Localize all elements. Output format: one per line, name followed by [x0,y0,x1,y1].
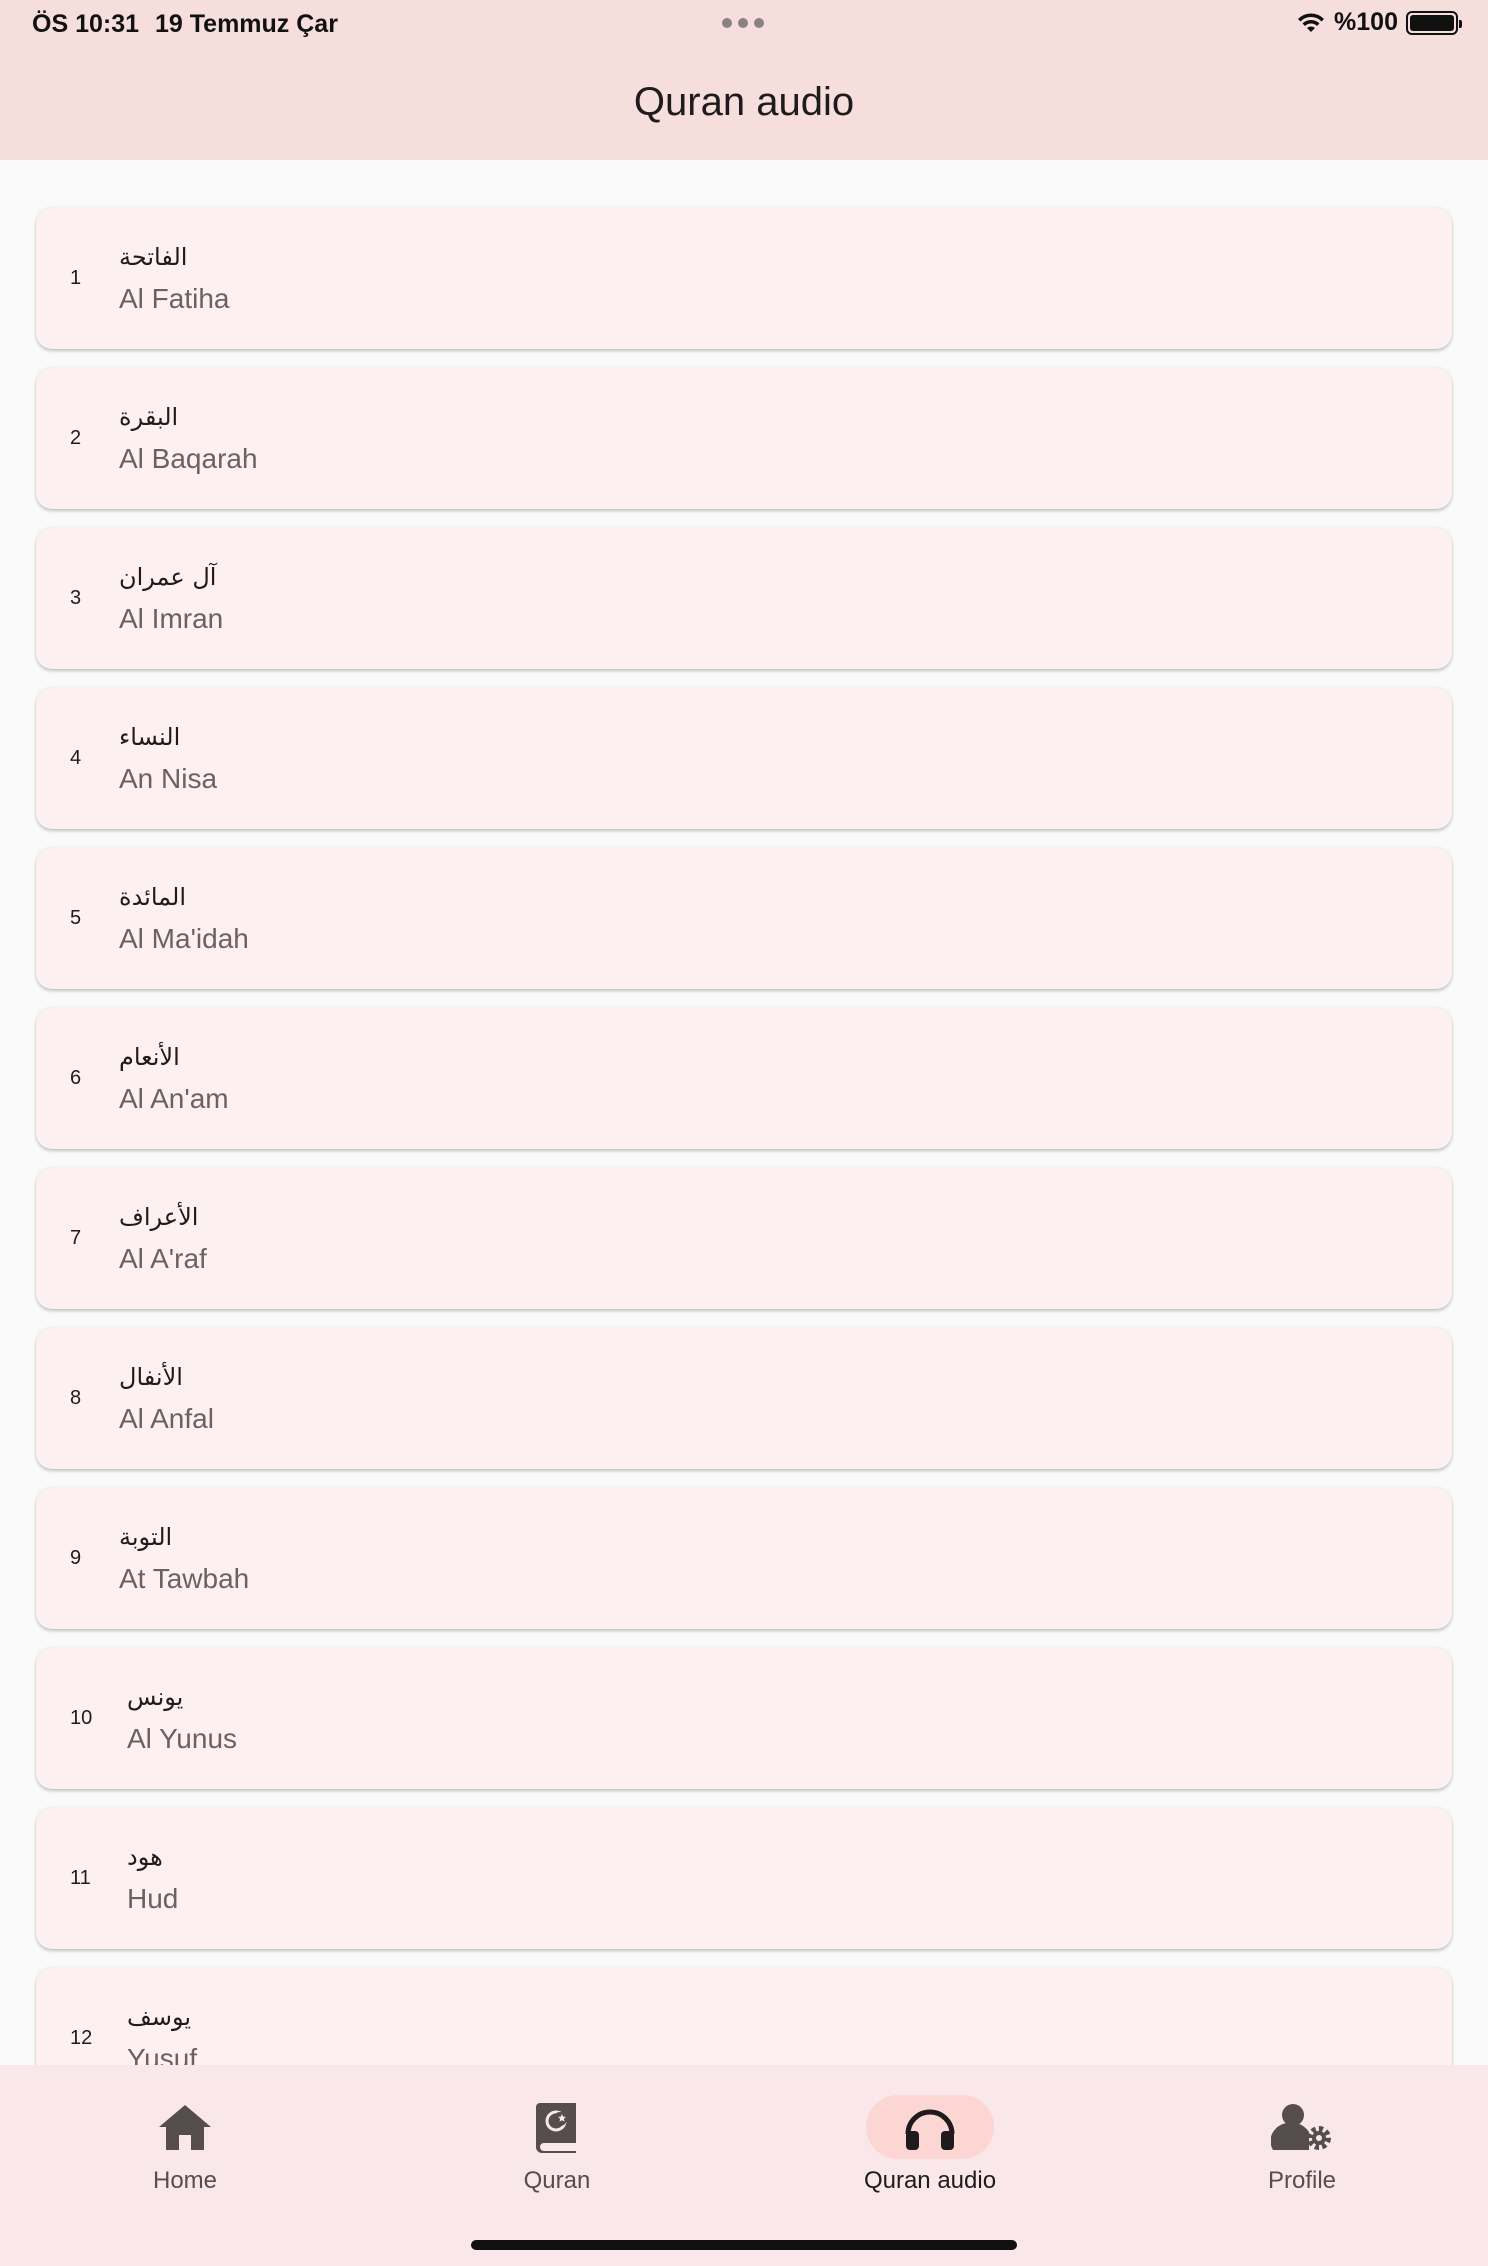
surah-card[interactable]: 11 هود Hud [36,1807,1452,1949]
battery-icon [1406,10,1462,35]
nav-profile-label: Profile [1267,2167,1337,2194]
surah-card[interactable]: 5 المائدة Al Ma'idah [36,847,1452,989]
surah-list[interactable]: 1 الفاتحة Al Fatiha 2 البقرة Al Baqarah … [0,160,1488,2065]
surah-number: 3 [70,587,82,609]
surah-card[interactable]: 7 الأعراف Al A'raf [36,1167,1452,1309]
surah-card[interactable]: 2 البقرة Al Baqarah [36,367,1452,509]
surah-name: An Nisa [119,763,218,794]
screen: ÖS 10:31 19 Temmuz Çar %100 Quran audio … [0,0,1488,2266]
surah-arabic-name: الأعراف [119,1203,199,1231]
surah-name: Al Ma'idah [119,923,249,954]
surah-number: 12 [70,2027,93,2049]
nav-home-icon-container [121,2095,249,2159]
app-bar: ÖS 10:31 19 Temmuz Çar %100 Quran audio [0,0,1488,160]
surah-card[interactable]: 8 الأنفال Al Anfal [36,1327,1452,1469]
surah-arabic-name: البقرة [119,403,179,431]
surah-arabic-name: التوبة [119,1523,173,1551]
surah-name: Al A'raf [119,1243,207,1274]
surah-number: 9 [70,1547,82,1569]
surah-arabic-name: الأنعام [119,1043,180,1071]
surah-number: 10 [70,1707,93,1729]
status-date: 19 Temmuz Çar [155,10,338,38]
nav-profile[interactable]: Profile [1202,2095,1402,2195]
nav-quran-audio[interactable]: Quran audio [830,2095,1030,2195]
user-settings-icon [1271,2104,1331,2150]
nav-quran[interactable]: Quran [457,2095,657,2195]
nav-home[interactable]: Home [85,2095,285,2195]
surah-name: Al Anfal [119,1403,214,1434]
surah-arabic-name: آل عمران [119,563,217,591]
surah-card[interactable]: 4 النساء An Nisa [36,687,1452,829]
surah-number: 4 [70,747,82,769]
home-icon [159,2105,211,2150]
surah-number: 6 [70,1067,82,1089]
surah-arabic-name: المائدة [119,883,187,911]
page-title: Quran audio [633,80,855,124]
surah-arabic-name: يوسف [127,2003,192,2031]
surah-name: Al Baqarah [119,443,258,474]
status-time: ÖS 10:31 [32,10,140,38]
surah-arabic-name: النساء [119,723,181,751]
surah-number: 2 [70,427,82,449]
multitasking-dots-icon[interactable] [722,18,764,28]
surah-number: 8 [70,1387,82,1409]
nav-quran-audio-icon-container [866,2095,994,2159]
surah-arabic-name: هود [127,1843,163,1871]
surah-name: At Tawbah [119,1563,250,1594]
surah-name: Al An'am [119,1083,229,1114]
home-indicator[interactable] [471,2240,1017,2250]
surah-name: Hud [127,1883,179,1914]
surah-number: 11 [70,1867,91,1889]
wifi-icon [1298,12,1325,32]
status-bar: ÖS 10:31 19 Temmuz Çar %100 [0,0,1488,48]
nav-quran-icon-container [493,2095,621,2159]
surah-name: Al Imran [119,603,224,634]
headphones-icon [905,2109,955,2150]
surah-number: 1 [70,267,82,289]
surah-arabic-name: الأنفال [119,1363,183,1391]
surah-card[interactable]: 1 الفاتحة Al Fatiha [36,207,1452,349]
surah-card[interactable]: 9 التوبة At Tawbah [36,1487,1452,1629]
battery-percent: %100 [1334,8,1398,36]
bottom-navigation: Home Quran Quran audio Profile [0,2065,1488,2266]
surah-card[interactable]: 10 يونس Al Yunus [36,1647,1452,1789]
nav-home-label: Home [152,2167,218,2194]
surah-name: Yusuf [127,2043,198,2065]
surah-arabic-name: الفاتحة [119,243,188,271]
surah-name: Al Fatiha [119,283,230,314]
nav-quran-label: Quran [523,2167,591,2194]
surah-card[interactable]: 12 يوسف Yusuf [36,1967,1452,2065]
surah-card[interactable]: 3 آل عمران Al Imran [36,527,1452,669]
surah-number: 5 [70,907,82,929]
surah-arabic-name: يونس [127,1683,184,1711]
nav-profile-icon-container [1238,2095,1366,2159]
surah-number: 7 [70,1227,82,1249]
surah-card[interactable]: 6 الأنعام Al An'am [36,1007,1452,1149]
status-right: %100 [1296,8,1462,37]
nav-quran-audio-label: Quran audio [863,2167,997,2194]
surah-name: Al Yunus [127,1723,238,1754]
book-icon [536,2103,576,2153]
